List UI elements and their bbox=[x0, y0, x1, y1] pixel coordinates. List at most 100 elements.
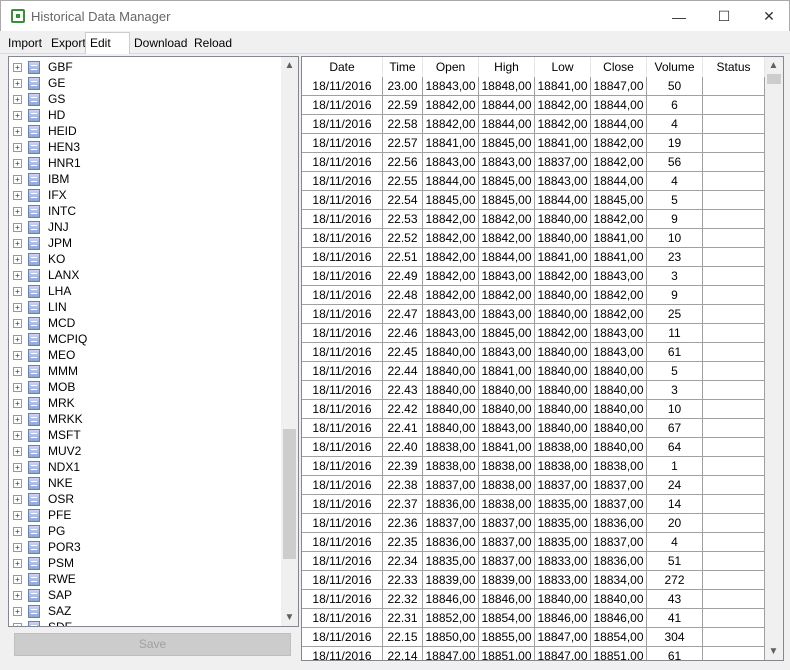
tree-item[interactable]: + SAZ bbox=[13, 603, 71, 619]
cell-low[interactable]: 18841,00 bbox=[535, 248, 591, 267]
cell-close[interactable]: 18834,00 bbox=[591, 571, 647, 590]
tree-item[interactable]: + IFX bbox=[13, 187, 67, 203]
cell-date[interactable]: 18/11/2016 bbox=[302, 172, 383, 191]
table-row[interactable]: 18/11/2016 22.14 18847,00 18851,00 18847,00 1… bbox=[302, 647, 765, 660]
close-button[interactable]: ✕ bbox=[746, 1, 790, 32]
cell-open[interactable]: 18844,00 bbox=[423, 172, 479, 191]
cell-status[interactable] bbox=[703, 248, 765, 267]
cell-date[interactable]: 18/11/2016 bbox=[302, 514, 383, 533]
expand-icon[interactable]: + bbox=[13, 62, 22, 72]
cell-open[interactable]: 18836,00 bbox=[423, 533, 479, 552]
cell-date[interactable]: 18/11/2016 bbox=[302, 438, 383, 457]
cell-date[interactable]: 18/11/2016 bbox=[302, 609, 383, 628]
cell-high[interactable]: 18851,00 bbox=[479, 647, 535, 660]
cell-low[interactable]: 18837,00 bbox=[535, 476, 591, 495]
cell-time[interactable]: 22.38 bbox=[383, 476, 423, 495]
cell-high[interactable]: 18842,00 bbox=[479, 286, 535, 305]
cell-date[interactable]: 18/11/2016 bbox=[302, 305, 383, 324]
cell-high[interactable]: 18837,00 bbox=[479, 533, 535, 552]
tree-item[interactable]: + MMM bbox=[13, 363, 78, 379]
cell-open[interactable]: 18838,00 bbox=[423, 457, 479, 476]
tree-item[interactable]: + MCPIQ bbox=[13, 331, 87, 347]
tree-item[interactable]: + RWE bbox=[13, 571, 76, 587]
expand-icon[interactable]: + bbox=[13, 78, 22, 88]
cell-time[interactable]: 22.52 bbox=[383, 229, 423, 248]
cell-close[interactable]: 18840,00 bbox=[591, 438, 647, 457]
expand-icon[interactable]: + bbox=[13, 590, 22, 600]
cell-low[interactable]: 18840,00 bbox=[535, 305, 591, 324]
expand-icon[interactable]: + bbox=[13, 222, 22, 232]
cell-time[interactable]: 22.57 bbox=[383, 134, 423, 153]
cell-high[interactable]: 18854,00 bbox=[479, 609, 535, 628]
cell-open[interactable]: 18845,00 bbox=[423, 191, 479, 210]
cell-open[interactable]: 18840,00 bbox=[423, 362, 479, 381]
expand-icon[interactable]: + bbox=[13, 494, 22, 504]
cell-close[interactable]: 18840,00 bbox=[591, 419, 647, 438]
cell-date[interactable]: 18/11/2016 bbox=[302, 628, 383, 647]
tree-item[interactable]: + KO bbox=[13, 251, 65, 267]
cell-volume[interactable]: 5 bbox=[647, 362, 703, 381]
table-row[interactable]: 18/11/2016 22.41 18840,00 18843,00 18840,00 1… bbox=[302, 419, 765, 438]
cell-time[interactable]: 22.31 bbox=[383, 609, 423, 628]
cell-date[interactable]: 18/11/2016 bbox=[302, 571, 383, 590]
table-row[interactable]: 18/11/2016 22.15 18850,00 18855,00 18847,00 1… bbox=[302, 628, 765, 647]
cell-status[interactable] bbox=[703, 533, 765, 552]
expand-icon[interactable]: + bbox=[13, 526, 22, 536]
tree-item[interactable]: + SDF bbox=[13, 619, 72, 626]
expand-icon[interactable]: + bbox=[13, 366, 22, 376]
cell-high[interactable]: 18844,00 bbox=[479, 96, 535, 115]
cell-time[interactable]: 22.56 bbox=[383, 153, 423, 172]
tree-item[interactable]: + POR3 bbox=[13, 539, 81, 555]
cell-date[interactable]: 18/11/2016 bbox=[302, 400, 383, 419]
cell-low[interactable]: 18837,00 bbox=[535, 153, 591, 172]
cell-status[interactable] bbox=[703, 571, 765, 590]
tree-item[interactable]: + MRKK bbox=[13, 411, 83, 427]
cell-time[interactable]: 22.33 bbox=[383, 571, 423, 590]
cell-close[interactable]: 18851,00 bbox=[591, 647, 647, 660]
scroll-down-icon[interactable]: ▼ bbox=[765, 643, 782, 660]
cell-close[interactable]: 18840,00 bbox=[591, 362, 647, 381]
cell-status[interactable] bbox=[703, 191, 765, 210]
cell-volume[interactable]: 3 bbox=[647, 267, 703, 286]
cell-volume[interactable]: 4 bbox=[647, 172, 703, 191]
tree-item[interactable]: + MOB bbox=[13, 379, 75, 395]
cell-volume[interactable]: 6 bbox=[647, 96, 703, 115]
cell-close[interactable]: 18842,00 bbox=[591, 286, 647, 305]
tree-scrollbar[interactable]: ▲ ▼ bbox=[281, 57, 298, 626]
tree-item[interactable]: + MSFT bbox=[13, 427, 81, 443]
cell-low[interactable]: 18840,00 bbox=[535, 590, 591, 609]
table-row[interactable]: 18/11/2016 22.43 18840,00 18840,00 18840,00 1… bbox=[302, 381, 765, 400]
cell-close[interactable]: 18847,00 bbox=[591, 77, 647, 96]
cell-volume[interactable]: 19 bbox=[647, 134, 703, 153]
cell-time[interactable]: 22.48 bbox=[383, 286, 423, 305]
cell-volume[interactable]: 24 bbox=[647, 476, 703, 495]
cell-time[interactable]: 22.43 bbox=[383, 381, 423, 400]
table-row[interactable]: 18/11/2016 22.47 18843,00 18843,00 18840,00 1… bbox=[302, 305, 765, 324]
expand-icon[interactable]: + bbox=[13, 622, 22, 626]
cell-close[interactable]: 18837,00 bbox=[591, 533, 647, 552]
menu-import[interactable]: Import bbox=[4, 34, 46, 53]
cell-high[interactable]: 18844,00 bbox=[479, 115, 535, 134]
tree-item[interactable]: + NDX1 bbox=[13, 459, 80, 475]
expand-icon[interactable]: + bbox=[13, 286, 22, 296]
cell-low[interactable]: 18841,00 bbox=[535, 134, 591, 153]
tree-item[interactable]: + PFE bbox=[13, 507, 71, 523]
tree-item[interactable]: + OSR bbox=[13, 491, 74, 507]
table-row[interactable]: 18/11/2016 22.57 18841,00 18845,00 18841,00 1… bbox=[302, 134, 765, 153]
expand-icon[interactable]: + bbox=[13, 254, 22, 264]
expand-icon[interactable]: + bbox=[13, 574, 22, 584]
cell-time[interactable]: 22.46 bbox=[383, 324, 423, 343]
table-row[interactable]: 18/11/2016 22.34 18835,00 18837,00 18833,00 1… bbox=[302, 552, 765, 571]
table-row[interactable]: 18/11/2016 22.54 18845,00 18845,00 18844,00 1… bbox=[302, 191, 765, 210]
scroll-up-icon[interactable]: ▲ bbox=[281, 57, 298, 74]
cell-high[interactable]: 18842,00 bbox=[479, 210, 535, 229]
cell-close[interactable]: 18838,00 bbox=[591, 457, 647, 476]
cell-status[interactable] bbox=[703, 552, 765, 571]
cell-status[interactable] bbox=[703, 476, 765, 495]
table-row[interactable]: 18/11/2016 22.45 18840,00 18843,00 18840,00 1… bbox=[302, 343, 765, 362]
cell-low[interactable]: 18840,00 bbox=[535, 286, 591, 305]
cell-date[interactable]: 18/11/2016 bbox=[302, 419, 383, 438]
tree-item[interactable]: + IBM bbox=[13, 171, 69, 187]
grid-scrollbar[interactable]: ▲ ▼ bbox=[765, 57, 783, 660]
cell-volume[interactable]: 50 bbox=[647, 77, 703, 96]
